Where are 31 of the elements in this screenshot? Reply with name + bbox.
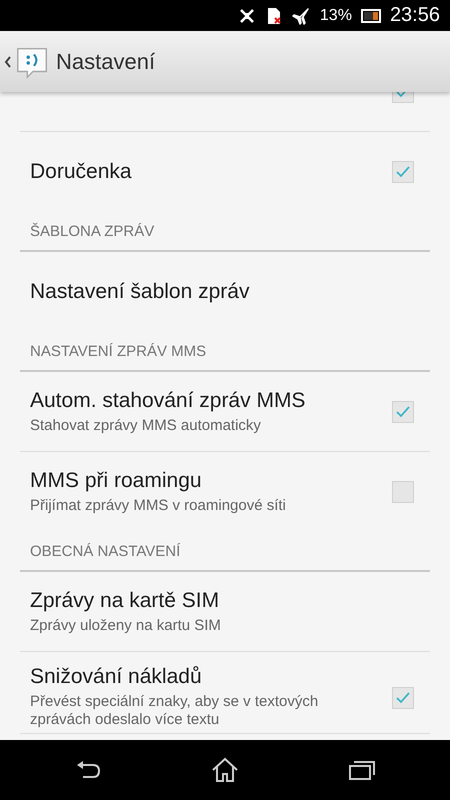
setting-description: Stahovat zprávy MMS automaticky: [30, 416, 262, 434]
recent-apps-icon[interactable]: [346, 758, 377, 782]
checkbox[interactable]: [392, 481, 414, 503]
settings-item[interactable]: Doručenka: [20, 132, 430, 212]
setting-title: Snižování nákladů: [30, 665, 203, 689]
settings-item[interactable]: Autom. stahování zpráv MMS Stahovat zprávy MMS automaticky: [20, 372, 430, 452]
setting-title: Autom. stahování zpráv MMS: [30, 388, 306, 412]
setting-title: Doručenka: [30, 160, 132, 184]
setting-title: Nastavení šablon zpráv: [30, 280, 250, 304]
battery-percentage: 13%: [320, 6, 352, 24]
setting-title: MMS při roamingu: [30, 469, 203, 493]
no-sim-icon: [266, 6, 282, 26]
section-header: NASTAVENÍ ZPRÁV MMS: [20, 332, 430, 372]
checkbox[interactable]: [392, 400, 414, 422]
checkbox[interactable]: [392, 161, 414, 183]
battery-icon: [360, 8, 381, 24]
settings-item[interactable]: Zprávy na kartě SIM Zprávy uloženy na kartu SIM: [20, 572, 430, 652]
settings-item[interactable]: Snižování nákladů Převést speciální znaky, aby se v textových zprávách odeslalo více textu: [20, 652, 430, 734]
setting-title: Zprávy na kartě SIM: [30, 588, 220, 612]
chevron-left-icon: [4, 54, 12, 68]
clock: 23:56: [390, 4, 440, 27]
checkbox[interactable]: [392, 687, 414, 709]
setting-description: Přijímat zprávy MMS v roamingové síti: [30, 497, 286, 515]
section-header: ŠABLONA ZPRÁV: [20, 212, 430, 252]
section-header: OBECNÁ NASTAVENÍ: [20, 532, 430, 572]
settings-item[interactable]: MMS při roamingu Přijímat zprávy MMS v roamingové síti: [20, 452, 430, 532]
setting-description: Zprávy uloženy na kartu SIM: [30, 616, 221, 634]
home-icon[interactable]: [210, 756, 240, 784]
settings-item[interactable]: Nastavení šablon zpráv: [20, 252, 430, 332]
setting-description: Převést speciální znaky, aby se v textových zprávách odeslalo více textu: [30, 693, 320, 729]
screen-title: Nastavení: [56, 48, 156, 74]
